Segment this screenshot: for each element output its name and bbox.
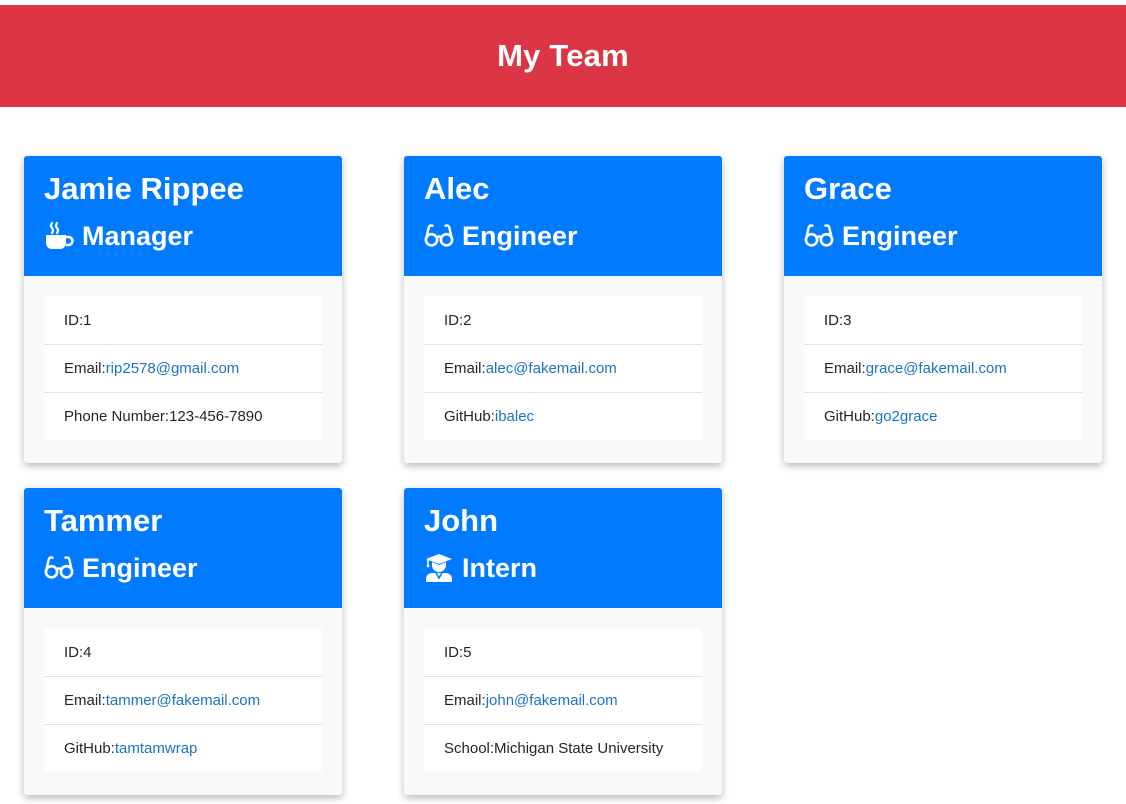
email-item: Email: rip2578@gmail.com [44,344,322,392]
role-label: Engineer [842,220,958,251]
id-value: 1 [83,311,92,329]
email-item: Email: grace@fakemail.com [804,344,1082,392]
id-value: 3 [843,311,852,329]
school-item: School: Michigan State University [424,724,702,772]
info-list: ID: 3 Email: grace@fakemail.com GitHub: … [804,296,1082,440]
employee-name: Alec [424,171,490,206]
card-header: Alec Engineer [404,156,722,276]
role-label: Engineer [82,552,198,583]
email-item: Email: tammer@fakemail.com [44,676,322,724]
card-body: ID: 1 Email: rip2578@gmail.com Phone Num… [24,276,342,460]
card-header: John Intern [404,488,722,608]
glasses-icon [424,221,454,251]
info-list: ID: 1 Email: rip2578@gmail.com Phone Num… [44,296,322,440]
card-body: ID: 3 Email: grace@fakemail.com GitHub: … [784,276,1102,460]
github-item: GitHub: ibalec [424,392,702,440]
employee-role: Manager [44,218,322,254]
school-value: Michigan State University [494,740,664,757]
employee-card: John Intern ID: 5 Email: john@fakemail.c… [404,488,722,795]
id-label: ID: [444,643,464,661]
info-list: ID: 2 Email: alec@fakemail.com GitHub: i… [424,296,702,440]
github-link[interactable]: ibalec [495,408,534,425]
phone-value: 123-456-7890 [169,408,263,425]
email-label: Email: [824,360,866,377]
email-label: Email: [444,360,486,377]
email-label: Email: [64,692,106,709]
phone-label: Phone Number: [64,408,170,425]
id-value: 5 [463,643,472,661]
employee-name: Jamie Rippee [44,171,244,206]
card-header: Jamie Rippee Manager [24,156,342,276]
github-label: GitHub: [824,408,875,425]
employee-role: Intern [424,550,702,586]
github-link[interactable]: tamtamwrap [115,740,198,757]
id-label: ID: [64,643,84,661]
github-item: GitHub: tamtamwrap [44,724,322,772]
email-link[interactable]: grace@fakemail.com [866,360,1007,377]
email-link[interactable]: tammer@fakemail.com [106,692,260,709]
employee-role: Engineer [424,218,702,254]
card-body: ID: 5 Email: john@fakemail.com School: M… [404,608,722,792]
card-body: ID: 4 Email: tammer@fakemail.com GitHub:… [24,608,342,792]
id-value: 4 [83,643,92,661]
id-item: ID: 4 [44,628,322,676]
email-label: Email: [64,360,106,377]
glasses-icon [804,221,834,251]
email-link[interactable]: rip2578@gmail.com [106,360,240,377]
employee-card: Grace Engineer ID: 3 Email: grace@fakema… [784,156,1102,463]
page-title: My Team [497,38,629,73]
email-link[interactable]: alec@fakemail.com [486,360,617,377]
role-label: Manager [82,220,194,251]
card-header: Grace Engineer [784,156,1102,276]
employee-name: John [424,503,499,538]
role-label: Engineer [462,220,578,251]
page-header: My Team [0,5,1126,107]
school-label: School: [444,740,495,757]
employee-role: Engineer [44,550,322,586]
employee-name: Tammer [44,503,163,538]
employee-role: Engineer [804,218,1082,254]
github-link[interactable]: go2grace [875,408,938,425]
employee-card: Jamie Rippee Manager ID: 1 Email: rip257… [24,156,342,463]
github-label: GitHub: [444,408,495,425]
email-label: Email: [444,692,486,709]
email-item: Email: alec@fakemail.com [424,344,702,392]
github-item: GitHub: go2grace [804,392,1082,440]
employee-card: Alec Engineer ID: 2 Email: alec@fakemail… [404,156,722,463]
email-item: Email: john@fakemail.com [424,676,702,724]
id-label: ID: [64,311,84,329]
id-label: ID: [444,311,464,329]
graduate-icon [424,553,454,583]
info-list: ID: 5 Email: john@fakemail.com School: M… [424,628,702,772]
employee-name: Grace [804,171,892,206]
id-item: ID: 1 [44,296,322,344]
id-item: ID: 5 [424,628,702,676]
phone-item: Phone Number: 123-456-7890 [44,392,322,440]
employee-card: Tammer Engineer ID: 4 Email: tammer@fake… [24,488,342,795]
id-label: ID: [824,311,844,329]
github-label: GitHub: [64,740,115,757]
id-item: ID: 2 [424,296,702,344]
role-label: Intern [462,552,538,583]
id-item: ID: 3 [804,296,1082,344]
id-value: 2 [463,311,472,329]
email-link[interactable]: john@fakemail.com [486,692,618,709]
info-list: ID: 4 Email: tammer@fakemail.com GitHub:… [44,628,322,772]
coffee-icon [44,221,74,251]
glasses-icon [44,553,74,583]
card-header: Tammer Engineer [24,488,342,608]
card-body: ID: 2 Email: alec@fakemail.com GitHub: i… [404,276,722,460]
